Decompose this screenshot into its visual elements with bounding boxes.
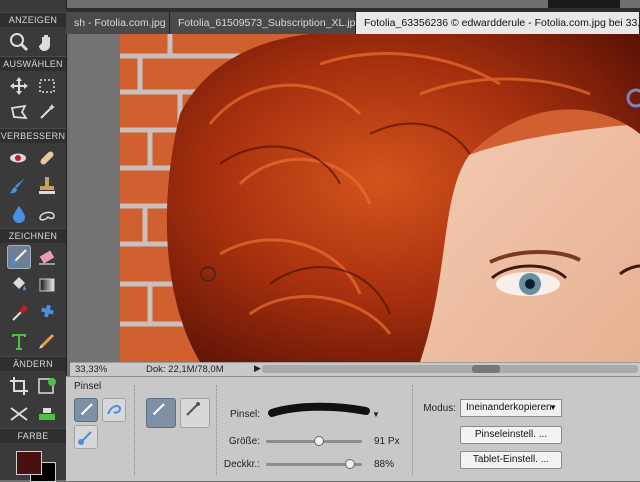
magic-wand-icon[interactable] bbox=[35, 100, 59, 124]
blend-mode-value: Ineinanderkopieren bbox=[466, 402, 552, 413]
photo-image bbox=[120, 34, 640, 362]
hand-tool-icon[interactable] bbox=[35, 30, 59, 54]
section-verbessern: VERBESSERN bbox=[0, 128, 66, 143]
section-aendern: ÄNDERN bbox=[0, 356, 66, 371]
document-size: Dok: 22,1M/78,0M bbox=[146, 364, 224, 375]
sponge-tool-icon[interactable] bbox=[35, 202, 59, 226]
tab-label: sh - Fotolia.com.jpg bbox=[74, 17, 166, 29]
size-label: Größe: bbox=[228, 436, 260, 447]
brush-picker-caret-icon[interactable]: ▼ bbox=[372, 410, 380, 419]
eraser-tool-icon[interactable] bbox=[35, 245, 59, 269]
tool-options-panel: Pinsel Pinsel: ▼ Größe: 91 Px Deckkr.: 8… bbox=[66, 376, 640, 481]
airbrush-off-icon[interactable] bbox=[146, 398, 176, 428]
red-eye-tool-icon[interactable] bbox=[7, 146, 31, 170]
status-bar: 33,33% Dok: 22,1M/78,0M ▶ bbox=[70, 362, 640, 376]
blend-mode-dropdown[interactable]: Ineinanderkopieren ▼ bbox=[460, 399, 562, 417]
tool-name: Pinsel bbox=[74, 381, 102, 392]
opacity-label: Deckkr.: bbox=[223, 459, 260, 470]
crop-tool-icon[interactable] bbox=[7, 374, 31, 398]
blur-tool-icon[interactable] bbox=[7, 202, 31, 226]
color-replacement-icon[interactable] bbox=[74, 425, 98, 449]
lasso-tool-icon[interactable] bbox=[7, 100, 31, 124]
type-tool-icon[interactable] bbox=[7, 329, 31, 353]
separator bbox=[412, 385, 415, 475]
size-value: 91 Px bbox=[374, 436, 400, 447]
zoom-level[interactable]: 33,33% bbox=[75, 364, 107, 375]
brush-label: Pinsel: bbox=[229, 409, 260, 420]
smart-brush-icon[interactable] bbox=[7, 174, 31, 198]
impressionist-brush-icon[interactable] bbox=[102, 398, 126, 422]
paint-bucket-icon[interactable] bbox=[7, 273, 31, 297]
mode-label: Modus: bbox=[423, 403, 456, 414]
brush-tool-icon[interactable] bbox=[7, 245, 31, 269]
custom-shape-icon[interactable] bbox=[35, 301, 59, 325]
recompose-tool-icon[interactable] bbox=[35, 374, 59, 398]
tab-label: Fotolia_63356236 © edwardderule - Fotoli… bbox=[364, 17, 640, 29]
move-tool-icon[interactable] bbox=[7, 74, 31, 98]
airbrush-on-icon[interactable] bbox=[180, 398, 210, 428]
zoom-tool-icon[interactable] bbox=[7, 30, 31, 54]
section-anzeigen: ANZEIGEN bbox=[0, 12, 66, 27]
top-right-button[interactable] bbox=[548, 0, 620, 8]
section-auswaehlen: AUSWÄHLEN bbox=[0, 56, 66, 71]
opacity-slider-knob[interactable] bbox=[345, 459, 356, 469]
foreground-color-swatch[interactable] bbox=[16, 451, 42, 475]
tab-document-3[interactable]: Fotolia_63356236 © edwardderule - Fotoli… bbox=[356, 12, 640, 34]
tab-document-2[interactable]: Fotolia_61509573_Subscription_XL.jpg × bbox=[170, 12, 356, 34]
tablet-settings-button[interactable]: Tablet-Einstell. ... bbox=[460, 451, 562, 469]
eyedropper-icon[interactable] bbox=[7, 301, 31, 325]
scrollbar-thumb[interactable] bbox=[472, 365, 500, 373]
pencil-tool-icon[interactable] bbox=[35, 329, 59, 353]
size-slider-knob[interactable] bbox=[313, 436, 324, 446]
clone-stamp-icon[interactable] bbox=[35, 174, 59, 198]
image-canvas[interactable] bbox=[70, 34, 640, 362]
horizontal-scrollbar[interactable] bbox=[262, 365, 638, 373]
opacity-value: 88% bbox=[374, 459, 395, 470]
chevron-down-icon: ▼ bbox=[549, 403, 557, 412]
toolbox: ANZEIGEN AUSWÄHLEN VERBESSERN ZEICHNEN Ä… bbox=[0, 0, 67, 482]
section-farbe: FARBE bbox=[0, 428, 66, 443]
tab-label: Fotolia_61509573_Subscription_XL.jpg bbox=[178, 17, 356, 29]
content-aware-move-icon[interactable] bbox=[7, 402, 31, 426]
spot-healing-icon[interactable] bbox=[35, 146, 59, 170]
brush-mode-icon[interactable] bbox=[74, 398, 98, 422]
tab-document-1[interactable]: sh - Fotolia.com.jpg × bbox=[66, 12, 170, 34]
document-tab-bar: sh - Fotolia.com.jpg × Fotolia_61509573_… bbox=[66, 8, 640, 34]
gradient-tool-icon[interactable] bbox=[35, 273, 59, 297]
straighten-tool-icon[interactable] bbox=[35, 402, 59, 426]
section-zeichnen: ZEICHNEN bbox=[0, 228, 66, 243]
separator bbox=[134, 385, 137, 475]
rectangular-marquee-icon[interactable] bbox=[35, 74, 59, 98]
brush-settings-button[interactable]: Pinseleinstell. ... bbox=[460, 426, 562, 444]
brush-preset-picker[interactable] bbox=[266, 399, 376, 423]
status-menu-arrow-icon[interactable]: ▶ bbox=[254, 363, 261, 374]
